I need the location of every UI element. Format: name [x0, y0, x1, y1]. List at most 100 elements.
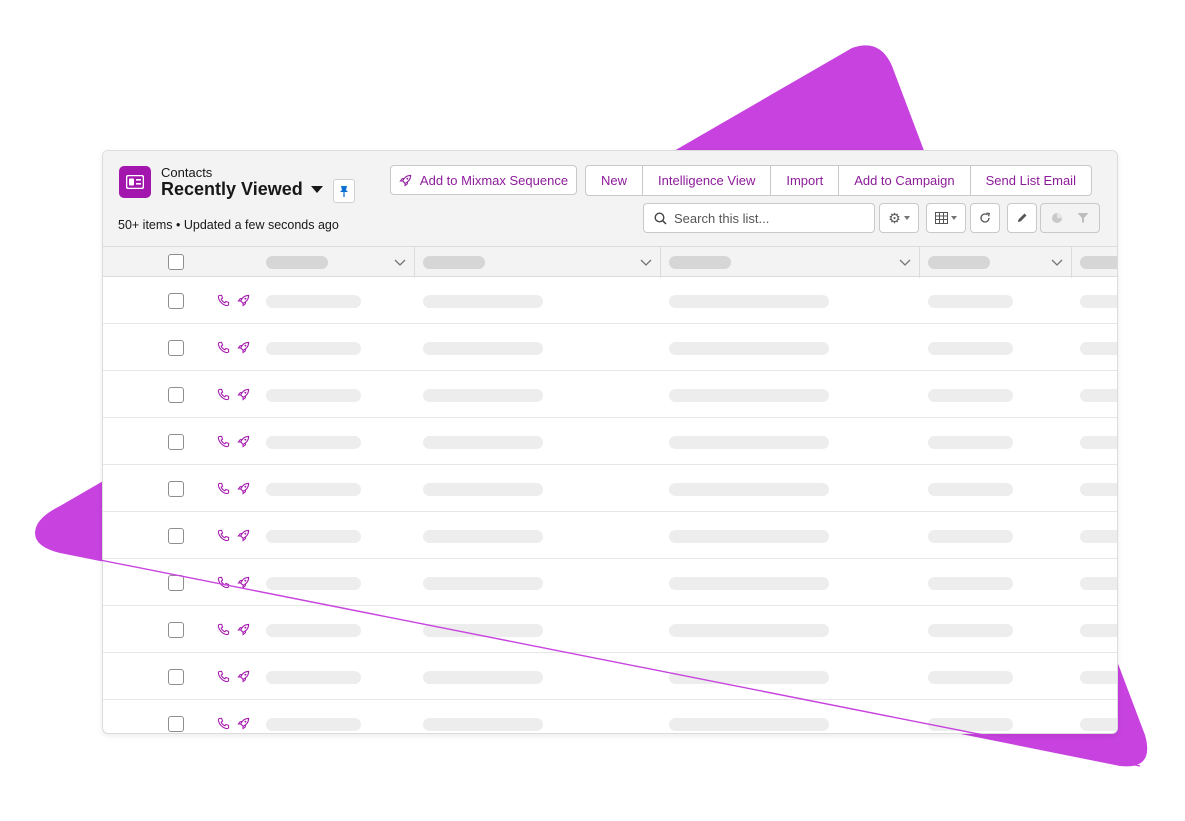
- charts-button[interactable]: [1040, 203, 1100, 233]
- chevron-down-icon[interactable]: [393, 255, 407, 269]
- placeholder-cell: [266, 436, 361, 449]
- row-checkbox[interactable]: [168, 481, 184, 497]
- display-as-button[interactable]: [926, 203, 966, 233]
- chevron-down-icon[interactable]: [898, 255, 912, 269]
- table-row[interactable]: [103, 606, 1117, 653]
- row-checkbox[interactable]: [168, 716, 184, 732]
- placeholder-cell: [1080, 436, 1117, 449]
- rocket-icon[interactable]: [237, 623, 250, 641]
- table-row[interactable]: [103, 653, 1117, 700]
- row-checkbox[interactable]: [168, 340, 184, 356]
- placeholder-cell: [669, 389, 829, 402]
- search-input[interactable]: [674, 210, 864, 226]
- rocket-icon[interactable]: [237, 435, 250, 453]
- placeholder-cell: [423, 389, 543, 402]
- list-view-header: Contacts Recently Viewed 50+ items • Upd…: [103, 151, 1117, 246]
- send-list-email-button[interactable]: Send List Email: [970, 165, 1092, 196]
- row-checkbox[interactable]: [168, 622, 184, 638]
- rocket-icon[interactable]: [237, 341, 250, 359]
- placeholder-cell: [1080, 577, 1117, 590]
- intelligence-view-button[interactable]: Intelligence View: [643, 165, 772, 196]
- placeholder-cell: [423, 436, 543, 449]
- table-row[interactable]: [103, 418, 1117, 465]
- select-all-checkbox[interactable]: [168, 254, 184, 270]
- placeholder-cell: [928, 671, 1013, 684]
- placeholder-cell: [928, 624, 1013, 637]
- placeholder-cell: [266, 671, 361, 684]
- table-view-icon: [935, 212, 948, 224]
- table-row[interactable]: [103, 277, 1117, 324]
- phone-icon[interactable]: [217, 294, 230, 312]
- rocket-icon[interactable]: [237, 482, 250, 500]
- phone-icon[interactable]: [217, 435, 230, 453]
- phone-icon[interactable]: [217, 388, 230, 406]
- column-divider[interactable]: [919, 247, 920, 278]
- add-to-campaign-button[interactable]: Add to Campaign: [839, 165, 971, 196]
- column-divider[interactable]: [660, 247, 661, 278]
- placeholder-cell: [928, 718, 1013, 731]
- table-row[interactable]: [103, 512, 1117, 559]
- list-view-selector[interactable]: Recently Viewed: [161, 179, 323, 200]
- placeholder-cell: [1080, 295, 1117, 308]
- rocket-icon[interactable]: [237, 576, 250, 594]
- rocket-icon[interactable]: [237, 717, 250, 733]
- table-header-row: [103, 246, 1117, 278]
- table-row[interactable]: [103, 700, 1117, 733]
- placeholder-cell: [928, 577, 1013, 590]
- table-row[interactable]: [103, 559, 1117, 606]
- chevron-down-icon: [903, 216, 910, 220]
- phone-icon[interactable]: [217, 717, 230, 733]
- row-checkbox[interactable]: [168, 293, 184, 309]
- gear-icon: ⚙: [888, 210, 901, 226]
- phone-icon[interactable]: [217, 529, 230, 547]
- import-button[interactable]: Import: [771, 165, 840, 196]
- column-divider[interactable]: [414, 247, 415, 278]
- table-row[interactable]: [103, 465, 1117, 512]
- phone-icon[interactable]: [217, 482, 230, 500]
- placeholder-cell: [423, 530, 543, 543]
- refresh-button[interactable]: [970, 203, 1000, 233]
- rocket-icon[interactable]: [237, 294, 250, 312]
- phone-icon[interactable]: [217, 341, 230, 359]
- pencil-icon: [1018, 213, 1027, 222]
- placeholder-cell: [928, 389, 1013, 402]
- rocket-icon[interactable]: [237, 670, 250, 688]
- rocket-icon: [399, 174, 412, 187]
- row-checkbox[interactable]: [168, 434, 184, 450]
- contacts-list-window: Contacts Recently Viewed 50+ items • Upd…: [102, 150, 1118, 734]
- phone-icon[interactable]: [217, 576, 230, 594]
- inline-edit-button[interactable]: [1007, 203, 1037, 233]
- pin-icon: [340, 185, 348, 197]
- chevron-down-icon[interactable]: [1050, 255, 1064, 269]
- object-label: Contacts: [161, 165, 213, 180]
- search-icon: [654, 211, 667, 225]
- table-row[interactable]: [103, 371, 1117, 418]
- column-divider[interactable]: [1071, 247, 1072, 278]
- column-header: [928, 256, 990, 269]
- rocket-icon[interactable]: [237, 529, 250, 547]
- contact-card-icon: [119, 166, 151, 198]
- placeholder-cell: [423, 577, 543, 590]
- rocket-icon[interactable]: [237, 388, 250, 406]
- placeholder-cell: [423, 342, 543, 355]
- mixmax-button-label: Add to Mixmax Sequence: [419, 172, 569, 188]
- pin-list-button[interactable]: [333, 179, 355, 203]
- placeholder-cell: [928, 436, 1013, 449]
- placeholder-cell: [266, 389, 361, 402]
- row-checkbox[interactable]: [168, 528, 184, 544]
- row-checkbox[interactable]: [168, 387, 184, 403]
- row-checkbox[interactable]: [168, 669, 184, 685]
- chevron-down-icon: [951, 216, 957, 220]
- caret-down-icon[interactable]: [310, 186, 323, 193]
- table-row[interactable]: [103, 324, 1117, 371]
- search-list-field[interactable]: [643, 203, 875, 233]
- phone-icon[interactable]: [217, 670, 230, 688]
- row-checkbox[interactable]: [168, 575, 184, 591]
- list-settings-button[interactable]: ⚙: [879, 203, 919, 233]
- chevron-down-icon[interactable]: [639, 255, 653, 269]
- phone-icon[interactable]: [217, 623, 230, 641]
- placeholder-cell: [266, 342, 361, 355]
- column-header: [423, 256, 485, 269]
- new-button[interactable]: New: [585, 165, 644, 196]
- add-to-mixmax-sequence-button[interactable]: Add to Mixmax Sequence: [390, 165, 577, 195]
